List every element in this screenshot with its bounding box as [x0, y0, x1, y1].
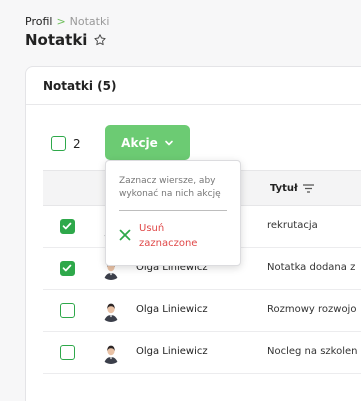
delete-selected-button[interactable]: Usuń zaznaczone: [119, 221, 209, 251]
avatar: [100, 342, 122, 364]
table-row[interactable]: Olga Liniewicz Nocleg na szkolen: [43, 332, 361, 374]
select-all-checkbox[interactable]: [51, 136, 66, 151]
star-icon[interactable]: [93, 33, 107, 47]
row-title: rekrutacja: [267, 220, 318, 231]
row-title: Rozmowy rozwojo: [267, 304, 357, 315]
row-checkbox[interactable]: [60, 219, 75, 234]
actions-button[interactable]: Akcje: [105, 125, 190, 160]
popover-divider: [119, 210, 227, 211]
close-icon: [119, 229, 131, 241]
actions-popover: Zaznacz wiersze, aby wykonać na nich akc…: [105, 160, 241, 266]
row-checkbox[interactable]: [60, 303, 75, 318]
row-author: Olga Liniewicz: [136, 346, 208, 357]
row-author: Olga Liniewicz: [136, 304, 208, 315]
avatar: [100, 300, 122, 322]
breadcrumb-current: Notatki: [69, 15, 110, 28]
table-row[interactable]: Olga Liniewicz Rozmowy rozwojo: [43, 290, 361, 332]
delete-selected-label: Usuń zaznaczone: [139, 223, 198, 249]
breadcrumb: Profil > Notatki: [25, 15, 109, 28]
column-header-title[interactable]: Tytuł: [270, 183, 314, 194]
popover-hint: Zaznacz wiersze, aby wykonać na nich akc…: [119, 176, 221, 199]
page-title: Notatki: [25, 31, 88, 49]
sort-icon: [302, 184, 314, 193]
selected-count: 2: [73, 137, 81, 151]
breadcrumb-separator: >: [56, 15, 66, 28]
card-title: Notatki (5): [43, 79, 117, 93]
breadcrumb-link-profil[interactable]: Profil: [25, 15, 52, 28]
chevron-down-icon: [165, 140, 173, 145]
row-title: Nocleg na szkolen: [267, 346, 358, 357]
actions-button-label: Akcje: [121, 135, 158, 150]
column-header-title-label: Tytuł: [270, 183, 298, 194]
row-checkbox[interactable]: [60, 261, 75, 276]
row-title: Notatka dodana z: [267, 262, 356, 273]
card-divider: [26, 104, 361, 105]
row-checkbox[interactable]: [60, 345, 75, 360]
page-header: Notatki: [25, 31, 107, 49]
